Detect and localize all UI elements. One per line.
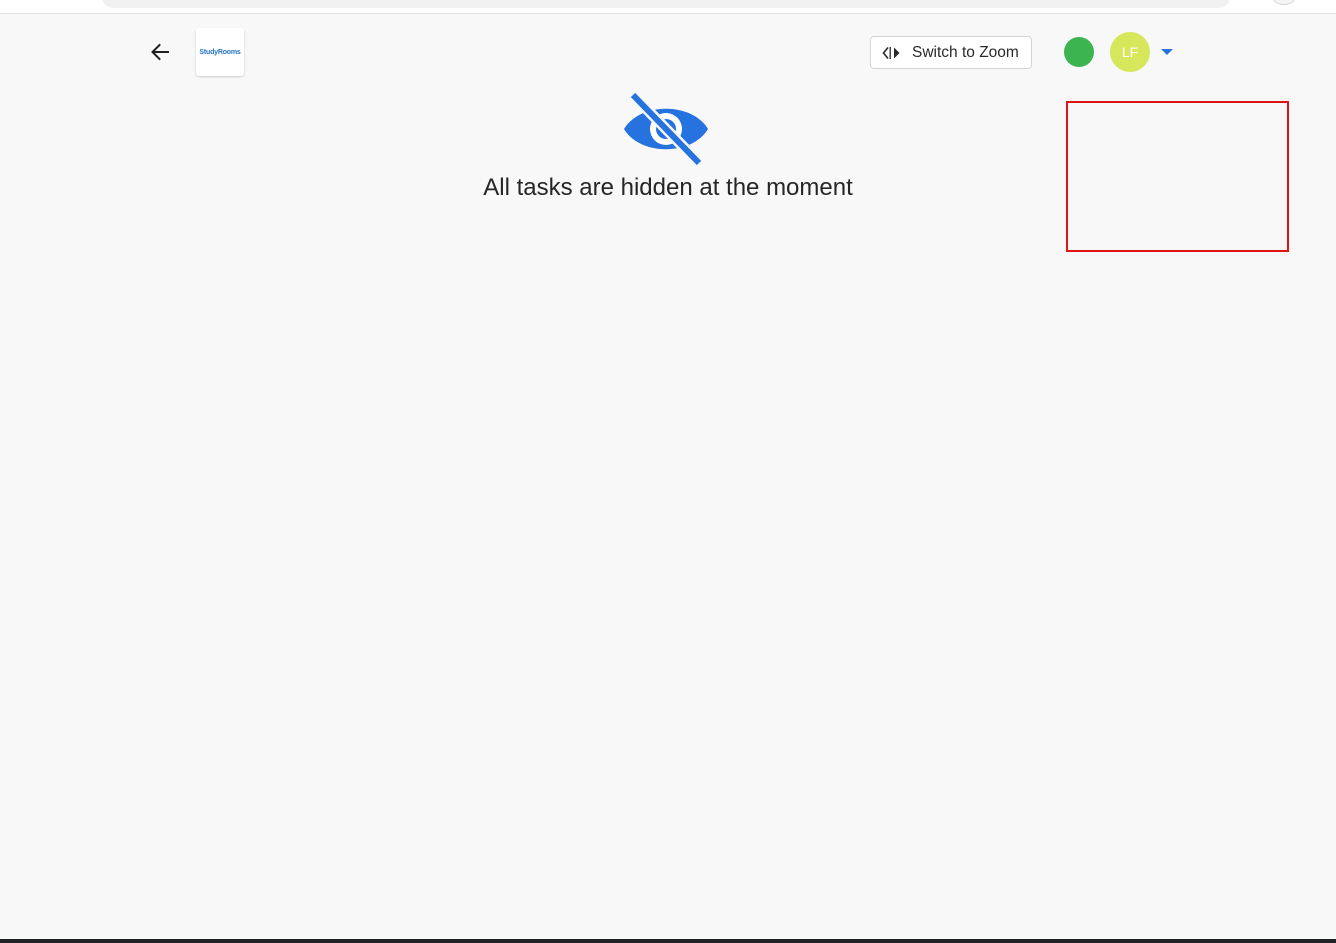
- switch-arrows-icon: [882, 46, 902, 60]
- switch-to-zoom-label: Switch to Zoom: [912, 43, 1019, 61]
- arrow-left-icon: [151, 43, 169, 61]
- empty-state-message: All tasks are hidden at the moment: [483, 174, 853, 201]
- address-bar[interactable]: [102, 0, 1230, 8]
- online-status-indicator: [1064, 37, 1094, 67]
- browser-chrome-strip: [0, 0, 1336, 14]
- avatar-initials: LF: [1121, 44, 1139, 60]
- switch-to-zoom-button[interactable]: Switch to Zoom: [870, 36, 1032, 69]
- logo-text: StudyRooms: [199, 48, 241, 56]
- taskbar-edge: [0, 939, 1336, 943]
- eye-off-icon: [624, 92, 708, 167]
- caret-down-icon: [1161, 49, 1173, 55]
- browser-profile-icon[interactable]: [1273, 0, 1295, 5]
- app-logo[interactable]: StudyRooms: [196, 28, 244, 76]
- user-avatar[interactable]: LF: [1110, 32, 1150, 72]
- account-menu-button[interactable]: [1160, 47, 1174, 57]
- back-button[interactable]: [146, 38, 174, 66]
